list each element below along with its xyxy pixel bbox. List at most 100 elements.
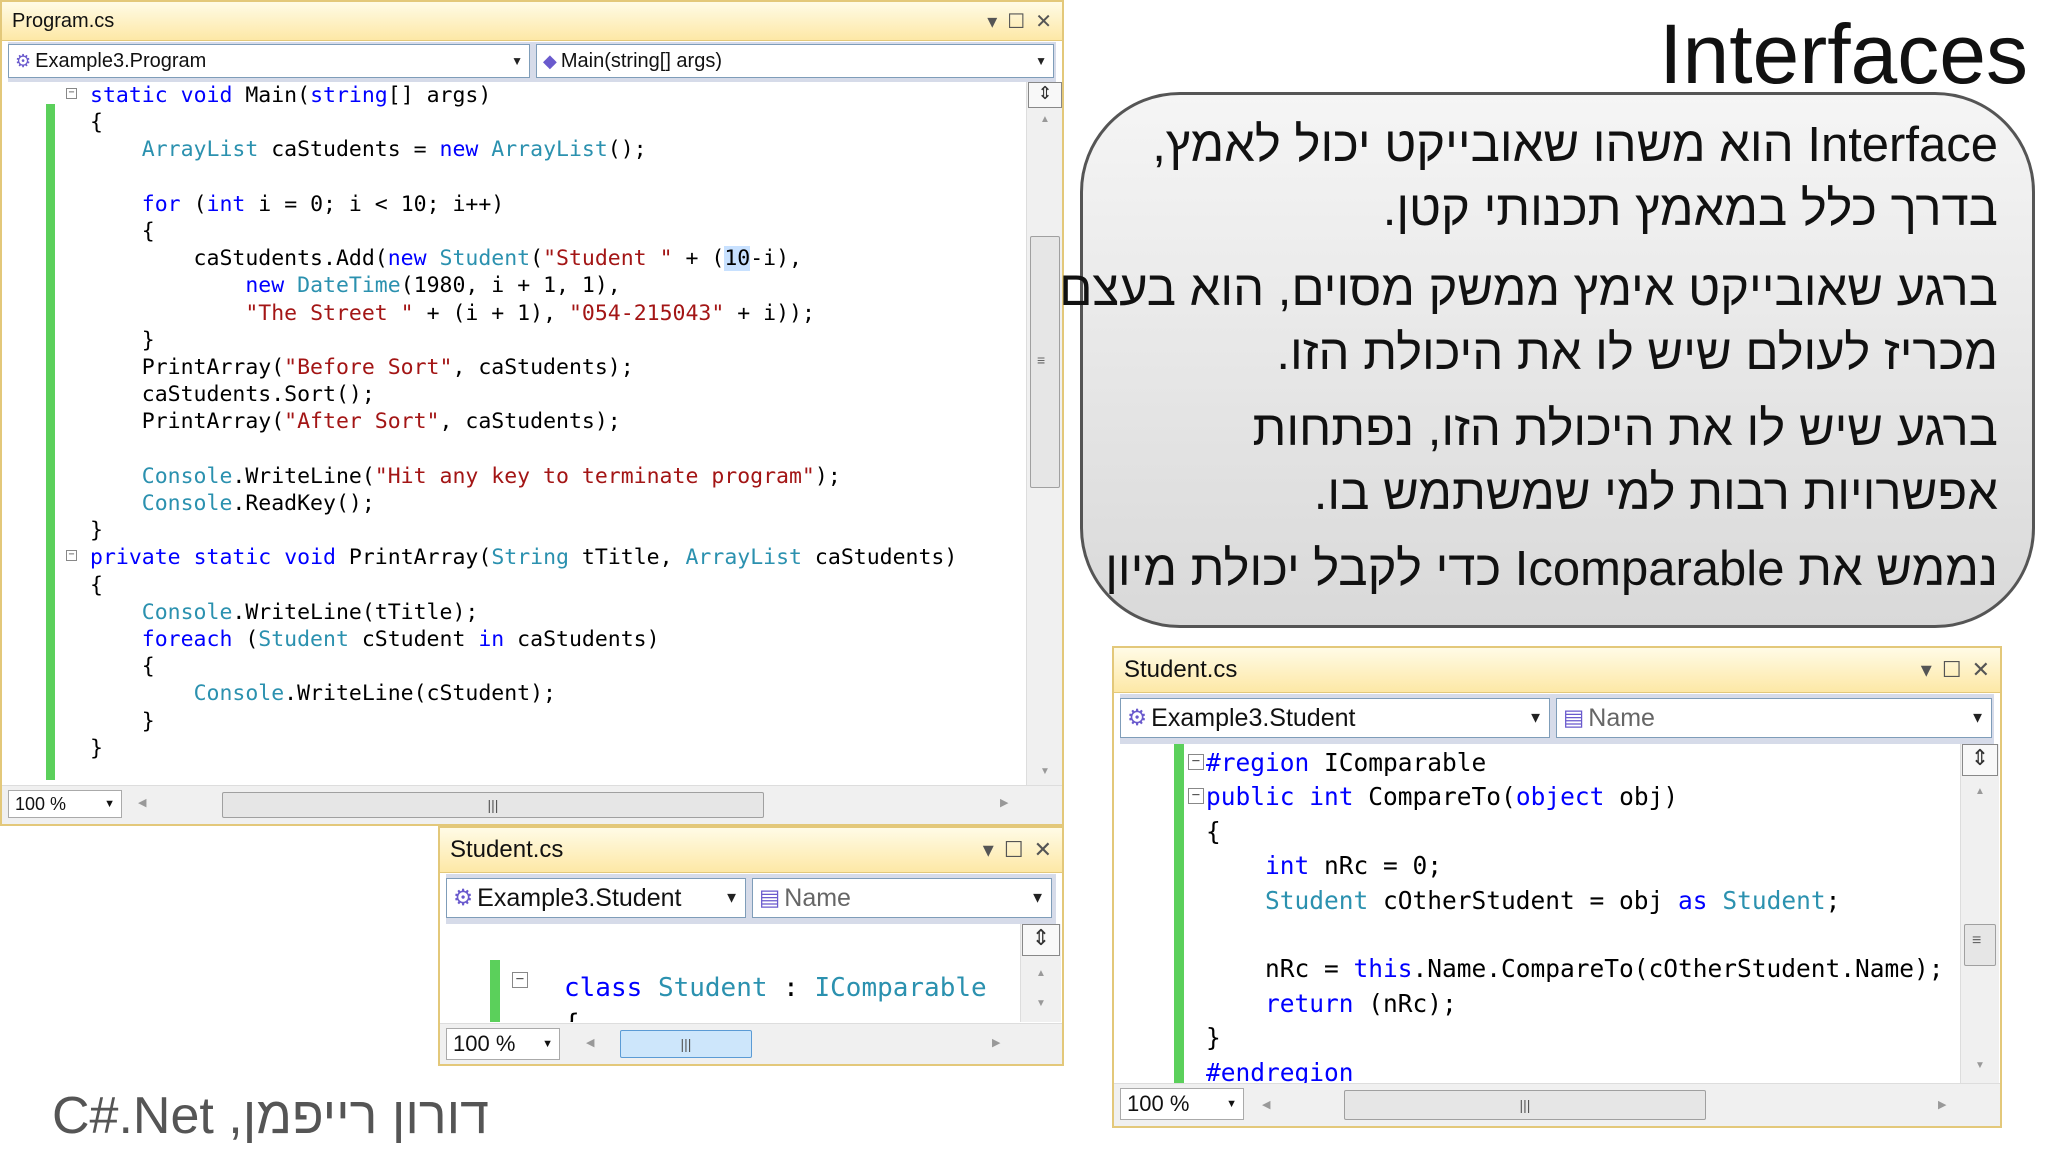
explanation-bubble: Interface הוא משהו שאובייקט יכול לאמץ, ב… <box>1059 92 2035 628</box>
grip-icon: ≡ <box>1037 352 1046 368</box>
class-icon: ⚙ <box>15 50 32 71</box>
method-icon: ◆ <box>543 50 557 71</box>
student-large-class-combo[interactable]: ⚙ Example3.Student ▼ <box>1120 698 1550 738</box>
class-icon: ⚙ <box>453 885 474 910</box>
class-icon: ⚙ <box>1127 705 1148 730</box>
change-indicator-bar <box>490 960 500 1022</box>
scroll-left-icon[interactable]: ◀ <box>1262 1098 1270 1111</box>
property-icon: ▤ <box>759 885 781 910</box>
chevron-down-icon[interactable]: ▼ <box>511 54 523 68</box>
grip-icon: ≡ <box>1972 932 1982 949</box>
split-handle-icon[interactable]: ⇕ <box>1028 82 1062 108</box>
student-small-titlebar: Student.cs ▾ ☐ ✕ <box>440 828 1062 873</box>
fold-toggle-icon[interactable]: − <box>512 972 528 988</box>
student-large-titlebar: Student.cs ▾ ☐ ✕ <box>1114 648 2000 693</box>
window-menu-icon[interactable]: ▾ <box>1921 657 1932 683</box>
split-handle-icon[interactable]: ⇕ <box>1022 924 1060 956</box>
program-horizontal-scrollbar: 100 % ▼ ◀ ||| ▶ <box>2 785 1062 824</box>
bubble-paragraph-4: נממש את Icomparable כדי לקבל יכולת מיון <box>1105 537 1998 601</box>
property-icon: ▤ <box>1563 705 1585 730</box>
bubble-line: בדרך כלל במאמץ תכנותי קטן. <box>1382 182 1998 236</box>
program-titlebar: Program.cs ▾ ☐ ✕ <box>2 2 1062 41</box>
bubble-paragraph-3: ברגע שיש לו את היכולת הזו, נפתחות אפשרוי… <box>1252 397 1998 525</box>
student-small-code-text: class Student : IComparable { <box>564 973 987 1022</box>
program-class-combo-value: Example3.Program <box>35 49 207 72</box>
split-handle-icon[interactable]: ⇕ <box>1962 744 1998 776</box>
chevron-down-icon[interactable]: ▼ <box>1528 710 1543 727</box>
maximize-icon[interactable]: ☐ <box>1942 657 1962 683</box>
change-indicator-bar <box>1174 744 1184 1084</box>
chevron-down-icon[interactable]: ▼ <box>1970 710 1985 727</box>
program-zoom-combo[interactable]: 100 % ▼ <box>8 790 122 818</box>
student-small-code-area[interactable]: − class Student : IComparable { <box>446 924 1020 1022</box>
scroll-left-icon[interactable]: ◀ <box>138 796 146 809</box>
maximize-icon[interactable]: ☐ <box>1007 9 1025 34</box>
program-class-combo[interactable]: ⚙ Example3.Program ▼ <box>8 44 530 78</box>
change-indicator-bar <box>46 104 55 780</box>
student-small-zoom-combo[interactable]: 100 % ▼ <box>446 1028 560 1060</box>
maximize-icon[interactable]: ☐ <box>1004 837 1024 863</box>
program-member-combo-value: Main(string[] args) <box>560 49 722 72</box>
student-large-member-combo[interactable]: ▤ Name ▼ <box>1556 698 1992 738</box>
student-small-class-combo-value: Example3.Student <box>477 883 682 912</box>
program-navigation-bar: ⚙ Example3.Program ▼ ◆ Main(string[] arg… <box>8 42 1056 84</box>
student-small-member-combo[interactable]: ▤ Name ▼ <box>752 878 1052 918</box>
bubble-line: מכריז לעולם שיש לו את היכולת הזו. <box>1276 326 1998 380</box>
scroll-right-icon[interactable]: ▶ <box>992 1036 1000 1049</box>
student-small-vertical-scrollbar[interactable]: ⇕ ▲ ▼ <box>1020 924 1061 1022</box>
student-small-horizontal-scrollbar: 100 % ▼ ◀ ||| ▶ <box>440 1023 1062 1064</box>
zoom-value: 100 % <box>1127 1091 1190 1116</box>
scroll-down-icon[interactable]: ▼ <box>1961 1060 1999 1071</box>
chevron-down-icon[interactable]: ▼ <box>1035 54 1047 68</box>
bubble-line: ברגע שאובייקט אימץ ממשק מסוים, הוא בעצם <box>1059 262 1998 316</box>
student-small-navigation-bar: ⚙ Example3.Student ▼ ▤ Name ▼ <box>446 874 1056 930</box>
student-large-hscroll-thumb[interactable]: ||| <box>1344 1090 1706 1120</box>
chevron-down-icon[interactable]: ▼ <box>724 890 739 907</box>
scroll-right-icon[interactable]: ▶ <box>1000 796 1008 809</box>
student-small-editor-window: Student.cs ▾ ☐ ✕ ⚙ Example3.Student ▼ ▤ … <box>438 826 1064 1066</box>
scroll-up-icon[interactable]: ▲ <box>1027 114 1062 125</box>
window-menu-icon[interactable]: ▾ <box>983 837 994 863</box>
zoom-value: 100 % <box>15 794 67 814</box>
student-large-tab-title[interactable]: Student.cs <box>1124 656 1237 684</box>
program-tab-title[interactable]: Program.cs <box>12 10 114 33</box>
student-large-zoom-combo[interactable]: 100 % ▼ <box>1120 1088 1244 1120</box>
scroll-up-icon[interactable]: ▲ <box>1961 786 1999 797</box>
close-icon[interactable]: ✕ <box>1034 837 1052 863</box>
student-small-tab-title[interactable]: Student.cs <box>450 836 563 864</box>
program-member-combo[interactable]: ◆ Main(string[] args) ▼ <box>536 44 1054 78</box>
bubble-line: אפשרויות רבות למי שמשתמש בו. <box>1313 466 1998 520</box>
fold-toggle-icon[interactable]: − <box>66 550 77 561</box>
scroll-right-icon[interactable]: ▶ <box>1938 1098 1946 1111</box>
close-icon[interactable]: ✕ <box>1972 657 1990 683</box>
program-code-text: static void Main(string[] args) { ArrayL… <box>90 83 958 761</box>
student-large-vertical-scrollbar[interactable]: ⇕ ▲ ≡ ▼ <box>1960 744 1999 1084</box>
scroll-left-icon[interactable]: ◀ <box>586 1036 594 1049</box>
chevron-down-icon[interactable]: ▼ <box>1030 890 1045 907</box>
chevron-down-icon[interactable]: ▼ <box>104 791 115 817</box>
close-icon[interactable]: ✕ <box>1035 9 1052 34</box>
scroll-down-icon[interactable]: ▼ <box>1021 998 1061 1009</box>
chevron-down-icon[interactable]: ▼ <box>1226 1089 1237 1119</box>
fold-toggle-icon[interactable]: − <box>1188 754 1204 770</box>
fold-toggle-icon[interactable]: − <box>1188 788 1204 804</box>
student-small-hscroll-thumb[interactable]: ||| <box>620 1030 752 1058</box>
window-menu-icon[interactable]: ▾ <box>987 9 997 34</box>
program-editor-window: Program.cs ▾ ☐ ✕ ⚙ Example3.Program ▼ ◆ … <box>0 0 1064 826</box>
student-large-code-text: #region IComparable public int CompareTo… <box>1206 748 1944 1084</box>
student-large-navigation-bar: ⚙ Example3.Student ▼ ▤ Name ▼ <box>1120 694 1994 750</box>
program-code-area[interactable]: − − static void Main(string[] args) { Ar… <box>8 82 1026 786</box>
student-large-code-area[interactable]: − − #region IComparable public int Compa… <box>1120 744 1960 1084</box>
program-vertical-scrollbar[interactable]: ⇕ ▲ ≡ ▼ <box>1026 82 1062 786</box>
bubble-line: Interface הוא משהו שאובייקט יכול לאמץ, <box>1152 118 1998 172</box>
scroll-down-icon[interactable]: ▼ <box>1027 766 1062 777</box>
chevron-down-icon[interactable]: ▼ <box>542 1029 553 1059</box>
student-large-member-combo-value: Name <box>1588 703 1655 732</box>
student-small-class-combo[interactable]: ⚙ Example3.Student ▼ <box>446 878 746 918</box>
scroll-up-icon[interactable]: ▲ <box>1021 968 1061 979</box>
zoom-value: 100 % <box>453 1031 516 1056</box>
student-small-member-combo-value: Name <box>784 883 851 912</box>
bubble-line: ברגע שיש לו את היכולת הזו, נפתחות <box>1252 402 1998 456</box>
program-hscroll-thumb[interactable]: ||| <box>222 792 764 818</box>
fold-toggle-icon[interactable]: − <box>66 88 77 99</box>
